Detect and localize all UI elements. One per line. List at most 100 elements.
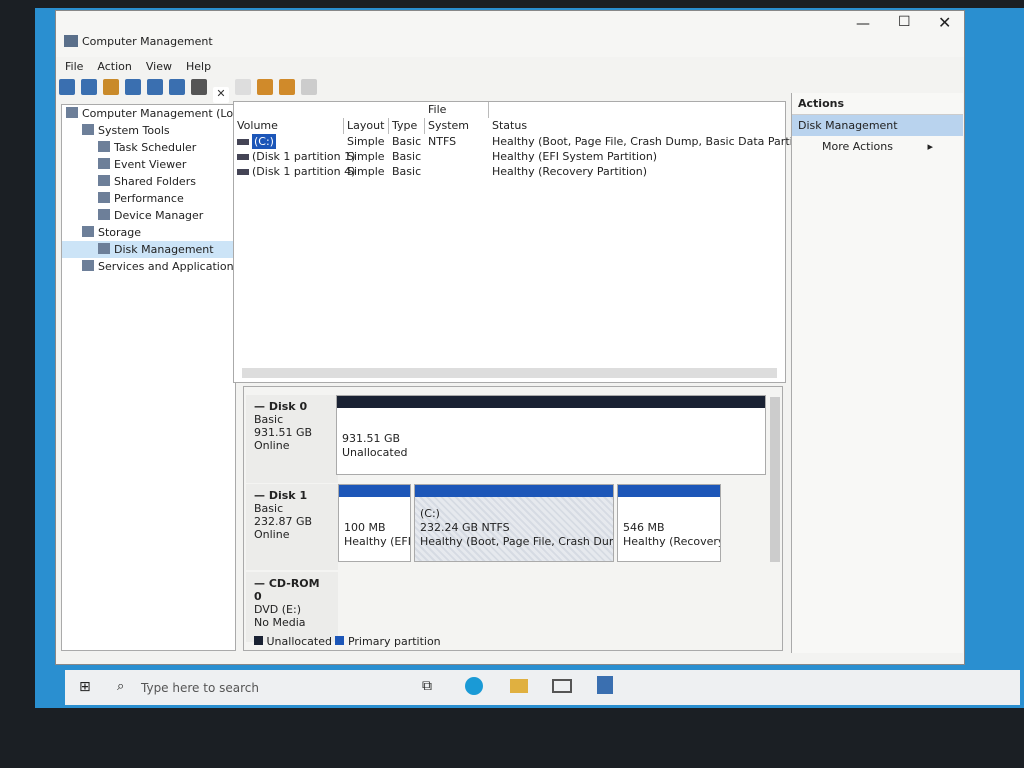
drive-icon bbox=[237, 139, 249, 145]
vertical-scrollbar[interactable] bbox=[770, 397, 780, 562]
col-layout[interactable]: Layout bbox=[344, 118, 389, 134]
file-explorer-icon[interactable] bbox=[510, 679, 528, 693]
col-file-system[interactable]: File System bbox=[425, 102, 489, 132]
tree-item[interactable]: System Tools bbox=[62, 122, 235, 139]
cell-text: NTFS bbox=[428, 135, 457, 148]
actions-pane: Actions Disk Management More Actions ▸ bbox=[791, 93, 963, 653]
tree-item-label: Storage bbox=[98, 226, 142, 239]
volume-row[interactable]: (Disk 1 partition 1)Simple Basic Healthy (… bbox=[234, 149, 785, 164]
cell-text: Basic bbox=[392, 150, 422, 163]
disk-state: Online bbox=[254, 528, 290, 541]
tree-item[interactable]: Shared Folders bbox=[62, 173, 235, 190]
back-icon[interactable] bbox=[59, 79, 75, 95]
partition-status: Healthy (EFI bbox=[344, 535, 411, 548]
col-status[interactable]: Status bbox=[489, 118, 779, 134]
tree-node-icon bbox=[82, 226, 94, 237]
minimize-button[interactable]: — bbox=[856, 16, 870, 32]
volume-cell bbox=[425, 149, 489, 164]
disk-size: 931.51 GB bbox=[254, 426, 313, 439]
horizontal-scrollbar[interactable] bbox=[242, 368, 777, 378]
volume-cell: Simple bbox=[344, 164, 389, 179]
legend-swatch-primary bbox=[335, 636, 345, 645]
volume-row[interactable]: (C:) Simple Basic NTFS Healthy (Boot, Page F… bbox=[234, 134, 818, 149]
tree-item[interactable]: Computer Management (Loca bbox=[62, 105, 246, 122]
disk-header[interactable]: — Disk 0 Basic 931.51 GB Online bbox=[246, 395, 338, 483]
partition-bar bbox=[339, 485, 410, 497]
partition-label bbox=[623, 507, 715, 521]
volume-row[interactable]: (Disk 1 partition 4)Simple Basic Healthy (… bbox=[234, 164, 785, 179]
volume-list: Volume Layout TypeFile System Status (C:) Si… bbox=[233, 101, 818, 383]
cell-text: (Disk 1 partition 4) bbox=[252, 165, 356, 178]
legend-primary: Primary partition bbox=[347, 635, 441, 648]
tree-node-icon bbox=[98, 209, 110, 220]
show-hide-tree-icon[interactable] bbox=[125, 79, 141, 95]
actions-section-disk-management[interactable]: Disk Management bbox=[792, 115, 963, 136]
maximize-button[interactable]: ☐ bbox=[898, 14, 911, 30]
edge-icon[interactable] bbox=[465, 677, 483, 695]
disk-size: 232.87 GB bbox=[254, 515, 313, 528]
tree-item-label: Performance bbox=[114, 192, 184, 205]
menu-help[interactable]: Help bbox=[186, 60, 211, 73]
drive-icon bbox=[237, 154, 249, 160]
tree-item[interactable]: Task Scheduler bbox=[62, 139, 235, 156]
windows-start-icon[interactable]: ⊞ bbox=[79, 679, 91, 695]
disk-header[interactable]: — CD-ROM 0 DVD (E:) No Media bbox=[246, 572, 338, 642]
disk-graphical-view: — Disk 0 Basic 931.51 GB Online 931.51 GB Un… bbox=[243, 386, 783, 651]
checklist-icon[interactable] bbox=[235, 79, 251, 95]
cell-text: Healthy (Boot, Page File, Crash Dump, Ba… bbox=[492, 135, 819, 148]
partition-bar bbox=[415, 485, 613, 497]
menu-action[interactable]: Action bbox=[97, 60, 131, 73]
tree-item[interactable]: Storage bbox=[62, 224, 235, 241]
tree-item[interactable]: Performance bbox=[62, 190, 235, 207]
tree-item-label: Task Scheduler bbox=[114, 141, 197, 154]
connect-icon[interactable] bbox=[191, 79, 207, 95]
cell-text: Healthy (Recovery Partition) bbox=[492, 165, 648, 178]
navigation-tree: Computer Management (Loca System Tools Tas… bbox=[61, 104, 246, 651]
partition-label bbox=[342, 418, 760, 432]
disk-header[interactable]: — Disk 1 Basic 232.87 GB Online bbox=[246, 484, 338, 570]
volume-cell: Simple bbox=[344, 134, 389, 149]
partition-block[interactable]: 100 MB Healthy (EFI bbox=[338, 484, 411, 562]
partition-block[interactable]: 931.51 GB Unallocated bbox=[336, 395, 766, 475]
col-volume[interactable]: Volume bbox=[234, 118, 344, 134]
cell-text: (Disk 1 partition 1) bbox=[252, 150, 356, 163]
menu-bar: File Action View Help bbox=[65, 60, 225, 73]
up-icon[interactable] bbox=[103, 79, 119, 95]
partition-label: (C:) bbox=[420, 507, 440, 520]
search-folder-icon[interactable] bbox=[279, 79, 295, 95]
forward-icon[interactable] bbox=[81, 79, 97, 95]
menu-file[interactable]: File bbox=[65, 60, 83, 73]
disk-state: No Media bbox=[254, 616, 306, 629]
tree-item[interactable]: Event Viewer bbox=[62, 156, 235, 173]
more-actions[interactable]: More Actions ▸ bbox=[792, 136, 963, 157]
search-icon: ⌕ bbox=[117, 679, 125, 694]
tree-item-label: Disk Management bbox=[114, 243, 214, 256]
properties-icon[interactable] bbox=[169, 79, 185, 95]
app-icon bbox=[64, 35, 78, 47]
tree-item[interactable]: Disk Management bbox=[62, 241, 235, 258]
col-type[interactable]: Type bbox=[389, 118, 425, 134]
drive-icon bbox=[237, 169, 249, 175]
close-button[interactable]: ✕ bbox=[938, 13, 951, 32]
partition-block[interactable]: 546 MB Healthy (Recovery bbox=[617, 484, 721, 562]
task-view-icon[interactable]: ⧉ bbox=[422, 678, 432, 694]
volume-cell: (Disk 1 partition 1) bbox=[234, 149, 355, 164]
computer-management-taskbar-icon[interactable] bbox=[597, 676, 613, 694]
partition-block[interactable]: (C:) 232.24 GB NTFS Healthy (Boot, Page Fi… bbox=[414, 484, 614, 562]
folder-icon[interactable] bbox=[257, 79, 273, 95]
list-icon[interactable] bbox=[301, 79, 317, 95]
taskbar-search-input[interactable]: Type here to search bbox=[141, 681, 259, 695]
mail-icon[interactable] bbox=[552, 679, 572, 693]
tree-node-icon bbox=[98, 243, 110, 254]
help-icon[interactable] bbox=[147, 79, 163, 95]
delete-icon[interactable]: ✕ bbox=[213, 87, 229, 103]
tree-item[interactable]: Services and Applications bbox=[62, 258, 239, 275]
volume-list-header: Volume Layout TypeFile System Status bbox=[234, 102, 785, 134]
tree-item-label: Computer Management (Loca bbox=[82, 107, 246, 120]
volume-cell: Simple bbox=[344, 149, 389, 164]
tree-item[interactable]: Device Manager bbox=[62, 207, 235, 224]
volume-cell: Healthy (EFI System Partition) bbox=[489, 149, 789, 164]
menu-view[interactable]: View bbox=[146, 60, 172, 73]
partition-size: 232.24 GB NTFS bbox=[420, 521, 510, 534]
disk-name-text: CD-ROM 0 bbox=[254, 577, 320, 603]
